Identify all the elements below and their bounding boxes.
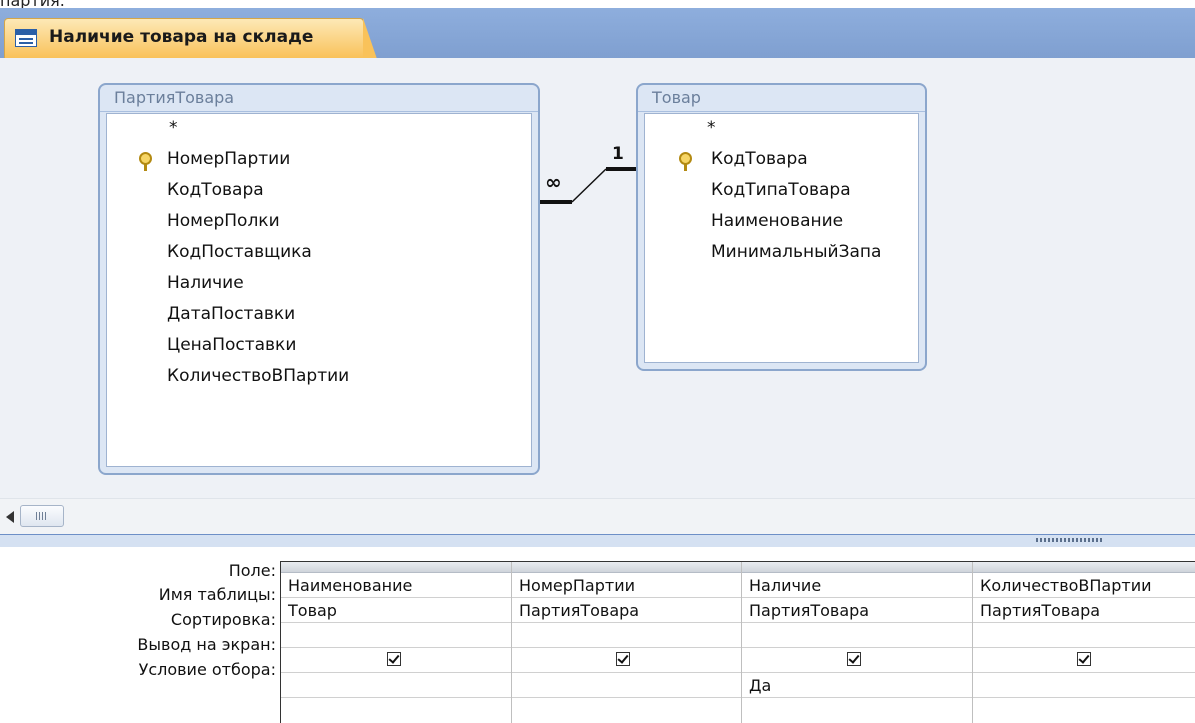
design-grid: Наименование Товар НомерПартии ПартияТов… bbox=[280, 561, 1195, 723]
query-grid: Поле: Имя таблицы: Сортировка: Вывод на … bbox=[0, 547, 1195, 723]
cell-show[interactable] bbox=[512, 648, 741, 673]
grid-column[interactable]: Наименование Товар bbox=[281, 562, 512, 723]
cell-field[interactable]: Наименование bbox=[281, 573, 511, 598]
pane-splitter[interactable] bbox=[0, 534, 1195, 548]
scroll-left-arrow-icon[interactable] bbox=[6, 511, 14, 523]
column-selector[interactable] bbox=[742, 562, 972, 573]
cell-criteria[interactable]: Да bbox=[742, 673, 972, 698]
cell-field[interactable]: Наличие bbox=[742, 573, 972, 598]
query-design-area[interactable]: ПартияТовара * НомерПартии КодТовара Ном… bbox=[0, 58, 1195, 498]
one-label: 1 bbox=[612, 144, 624, 164]
document-tab-bar: Наличие товара на складе bbox=[0, 8, 1195, 59]
row-label-show: Вывод на экран: bbox=[137, 635, 276, 654]
join-segment-diagonal bbox=[571, 168, 607, 203]
cell-criteria[interactable] bbox=[512, 673, 741, 698]
grid-column[interactable]: Наличие ПартияТовара Да bbox=[742, 562, 973, 723]
column-selector[interactable] bbox=[512, 562, 741, 573]
cell-field[interactable]: НомерПартии bbox=[512, 573, 741, 598]
show-checkbox[interactable] bbox=[616, 652, 630, 666]
horizontal-scrollbar[interactable] bbox=[0, 498, 1195, 535]
cell-table[interactable]: ПартияТовара bbox=[512, 598, 741, 623]
relationship-line[interactable] bbox=[0, 58, 1195, 498]
cell-show[interactable] bbox=[742, 648, 972, 673]
row-label-field: Поле: bbox=[228, 561, 276, 580]
cell-sort[interactable] bbox=[512, 623, 741, 648]
row-label-criteria: Условие отбора: bbox=[138, 660, 276, 679]
show-checkbox[interactable] bbox=[387, 652, 401, 666]
tab-title: Наличие товара на складе bbox=[49, 27, 314, 47]
cell-field[interactable]: КоличествоВПартии bbox=[973, 573, 1195, 598]
cell-table[interactable]: ПартияТовара bbox=[742, 598, 972, 623]
row-label-table: Имя таблицы: bbox=[158, 585, 276, 604]
window-top-strip: партия. bbox=[0, 0, 1195, 8]
column-selector[interactable] bbox=[281, 562, 511, 573]
query-icon bbox=[15, 29, 37, 47]
grid-column[interactable]: КоличествоВПартии ПартияТовара bbox=[973, 562, 1195, 723]
cell-sort[interactable] bbox=[742, 623, 972, 648]
cell-sort[interactable] bbox=[973, 623, 1195, 648]
show-checkbox[interactable] bbox=[847, 652, 861, 666]
splitter-grip-icon[interactable] bbox=[1036, 538, 1104, 542]
cell-show[interactable] bbox=[281, 648, 511, 673]
scroll-thumb[interactable] bbox=[20, 505, 64, 527]
cell-sort[interactable] bbox=[281, 623, 511, 648]
show-checkbox[interactable] bbox=[1077, 652, 1091, 666]
grid-column[interactable]: НомерПартии ПартияТовара bbox=[512, 562, 742, 723]
cell-criteria[interactable] bbox=[281, 673, 511, 698]
query-document-tab[interactable]: Наличие товара на складе bbox=[4, 18, 377, 59]
cell-criteria[interactable] bbox=[973, 673, 1195, 698]
cell-table[interactable]: ПартияТовара bbox=[973, 598, 1195, 623]
many-label: ∞ bbox=[545, 170, 562, 194]
column-selector[interactable] bbox=[973, 562, 1195, 573]
row-label-sort: Сортировка: bbox=[170, 610, 276, 629]
cell-show[interactable] bbox=[973, 648, 1195, 673]
cell-table[interactable]: Товар bbox=[281, 598, 511, 623]
top-text-fragment: партия. bbox=[0, 0, 65, 8]
